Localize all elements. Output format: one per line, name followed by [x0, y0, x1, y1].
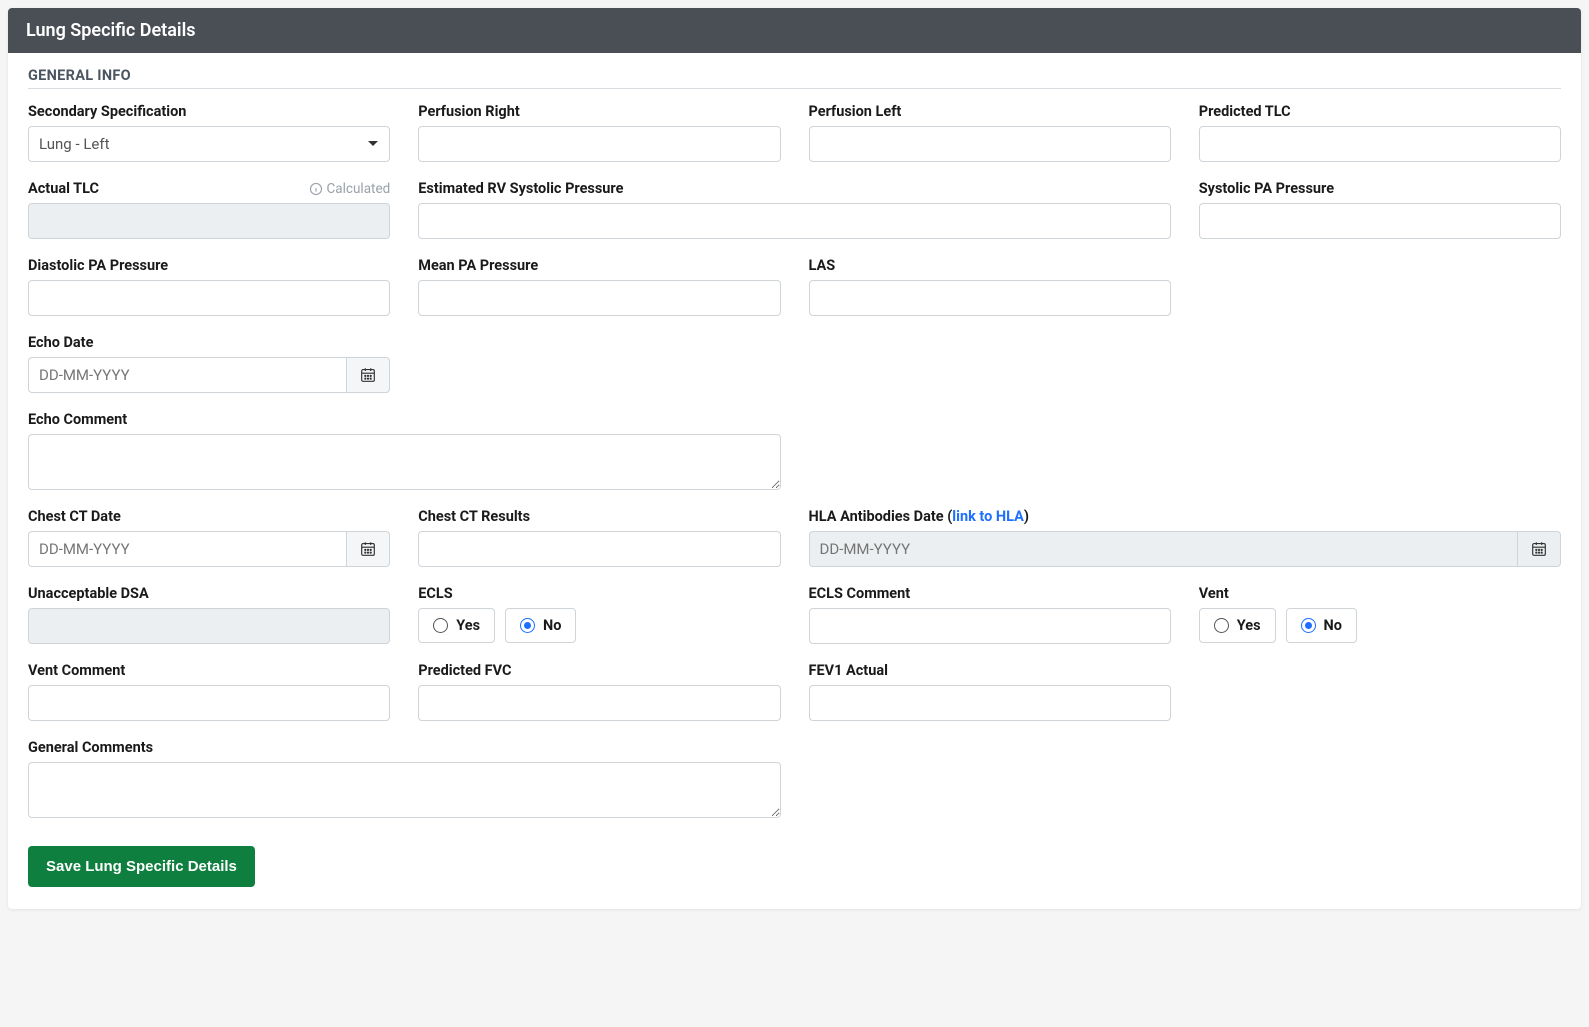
calendar-icon: [1530, 540, 1548, 558]
field-las: LAS: [809, 257, 1171, 316]
field-systolic-pa: Systolic PA Pressure: [1199, 180, 1561, 239]
general-comments-textarea[interactable]: [28, 762, 781, 818]
field-echo-date: Echo Date: [28, 334, 390, 393]
label-vent: Vent: [1199, 585, 1229, 602]
label-perfusion-right: Perfusion Right: [418, 103, 519, 120]
perfusion-right-input[interactable]: [418, 126, 780, 162]
field-chest-ct-results: Chest CT Results: [418, 508, 780, 567]
vent-comment-input[interactable]: [28, 685, 390, 721]
field-chest-ct-date: Chest CT Date: [28, 508, 390, 567]
label-las: LAS: [809, 257, 836, 274]
label-unacceptable-dsa: Unacceptable DSA: [28, 585, 149, 602]
label-secondary-specification: Secondary Specification: [28, 103, 186, 120]
field-est-rv-systolic: Estimated RV Systolic Pressure: [418, 180, 1171, 239]
field-unacceptable-dsa: Unacceptable DSA: [28, 585, 390, 644]
ecls-no-radio[interactable]: No: [505, 608, 576, 643]
systolic-pa-input[interactable]: [1199, 203, 1561, 239]
label-echo-date: Echo Date: [28, 334, 93, 351]
unacceptable-dsa-input: [28, 608, 390, 644]
label-diastolic-pa: Diastolic PA Pressure: [28, 257, 168, 274]
field-ecls: ECLS Yes No: [418, 585, 780, 644]
echo-date-input[interactable]: [28, 357, 346, 393]
ecls-yes-radio[interactable]: Yes: [418, 608, 495, 643]
chest-ct-date-calendar-button[interactable]: [346, 531, 390, 567]
label-ecls-comment: ECLS Comment: [809, 585, 911, 602]
info-icon: [309, 182, 323, 196]
perfusion-left-input[interactable]: [809, 126, 1171, 162]
field-hla-antibodies-date: HLA Antibodies Date (link to HLA): [809, 508, 1562, 567]
chest-ct-results-input[interactable]: [418, 531, 780, 567]
field-perfusion-right: Perfusion Right: [418, 103, 780, 162]
label-chest-ct-date: Chest CT Date: [28, 508, 121, 525]
field-general-comments: General Comments: [28, 739, 781, 818]
label-predicted-tlc: Predicted TLC: [1199, 103, 1291, 120]
hla-antibodies-date-input: [809, 531, 1518, 567]
label-est-rv-systolic: Estimated RV Systolic Pressure: [418, 180, 623, 197]
predicted-fvc-input[interactable]: [418, 685, 780, 721]
secondary-specification-select[interactable]: Lung - Left: [28, 126, 390, 162]
field-predicted-tlc: Predicted TLC: [1199, 103, 1561, 162]
field-actual-tlc: Actual TLC Calculated: [28, 180, 390, 239]
field-secondary-specification: Secondary Specification Lung - Left: [28, 103, 390, 162]
field-mean-pa: Mean PA Pressure: [418, 257, 780, 316]
calendar-icon: [359, 540, 377, 558]
lung-specific-details-panel: Lung Specific Details GENERAL INFO Secon…: [8, 8, 1581, 909]
panel-body: GENERAL INFO Secondary Specification Lun…: [8, 53, 1581, 909]
hla-date-calendar-button: [1517, 531, 1561, 567]
field-ecls-comment: ECLS Comment: [809, 585, 1171, 644]
label-systolic-pa: Systolic PA Pressure: [1199, 180, 1334, 197]
field-fev1-actual: FEV1 Actual: [809, 662, 1171, 721]
label-chest-ct-results: Chest CT Results: [418, 508, 530, 525]
echo-date-calendar-button[interactable]: [346, 357, 390, 393]
field-diastolic-pa: Diastolic PA Pressure: [28, 257, 390, 316]
field-perfusion-left: Perfusion Left: [809, 103, 1171, 162]
field-vent-comment: Vent Comment: [28, 662, 390, 721]
echo-comment-textarea[interactable]: [28, 434, 781, 490]
vent-no-radio[interactable]: No: [1286, 608, 1357, 643]
predicted-tlc-input[interactable]: [1199, 126, 1561, 162]
las-input[interactable]: [809, 280, 1171, 316]
vent-yes-radio[interactable]: Yes: [1199, 608, 1276, 643]
calendar-icon: [359, 366, 377, 384]
field-predicted-fvc: Predicted FVC: [418, 662, 780, 721]
save-button[interactable]: Save Lung Specific Details: [28, 846, 255, 887]
label-actual-tlc: Actual TLC: [28, 180, 99, 197]
field-vent: Vent Yes No: [1199, 585, 1561, 644]
label-ecls: ECLS: [418, 585, 452, 602]
label-general-comments: General Comments: [28, 739, 153, 756]
panel-title: Lung Specific Details: [8, 8, 1581, 53]
chest-ct-date-input[interactable]: [28, 531, 346, 567]
mean-pa-input[interactable]: [418, 280, 780, 316]
label-hla-antibodies-date: HLA Antibodies Date (link to HLA): [809, 508, 1029, 525]
section-general-info: GENERAL INFO: [28, 67, 1561, 89]
actual-tlc-input: [28, 203, 390, 239]
est-rv-systolic-input[interactable]: [418, 203, 1171, 239]
label-mean-pa: Mean PA Pressure: [418, 257, 538, 274]
calculated-badge: Calculated: [309, 181, 391, 197]
label-predicted-fvc: Predicted FVC: [418, 662, 511, 679]
diastolic-pa-input[interactable]: [28, 280, 390, 316]
ecls-comment-input[interactable]: [809, 608, 1171, 644]
label-vent-comment: Vent Comment: [28, 662, 125, 679]
label-echo-comment: Echo Comment: [28, 411, 127, 428]
label-perfusion-left: Perfusion Left: [809, 103, 902, 120]
fev1-actual-input[interactable]: [809, 685, 1171, 721]
label-fev1-actual: FEV1 Actual: [809, 662, 888, 679]
field-echo-comment: Echo Comment: [28, 411, 781, 490]
link-to-hla[interactable]: link to HLA: [952, 508, 1024, 525]
